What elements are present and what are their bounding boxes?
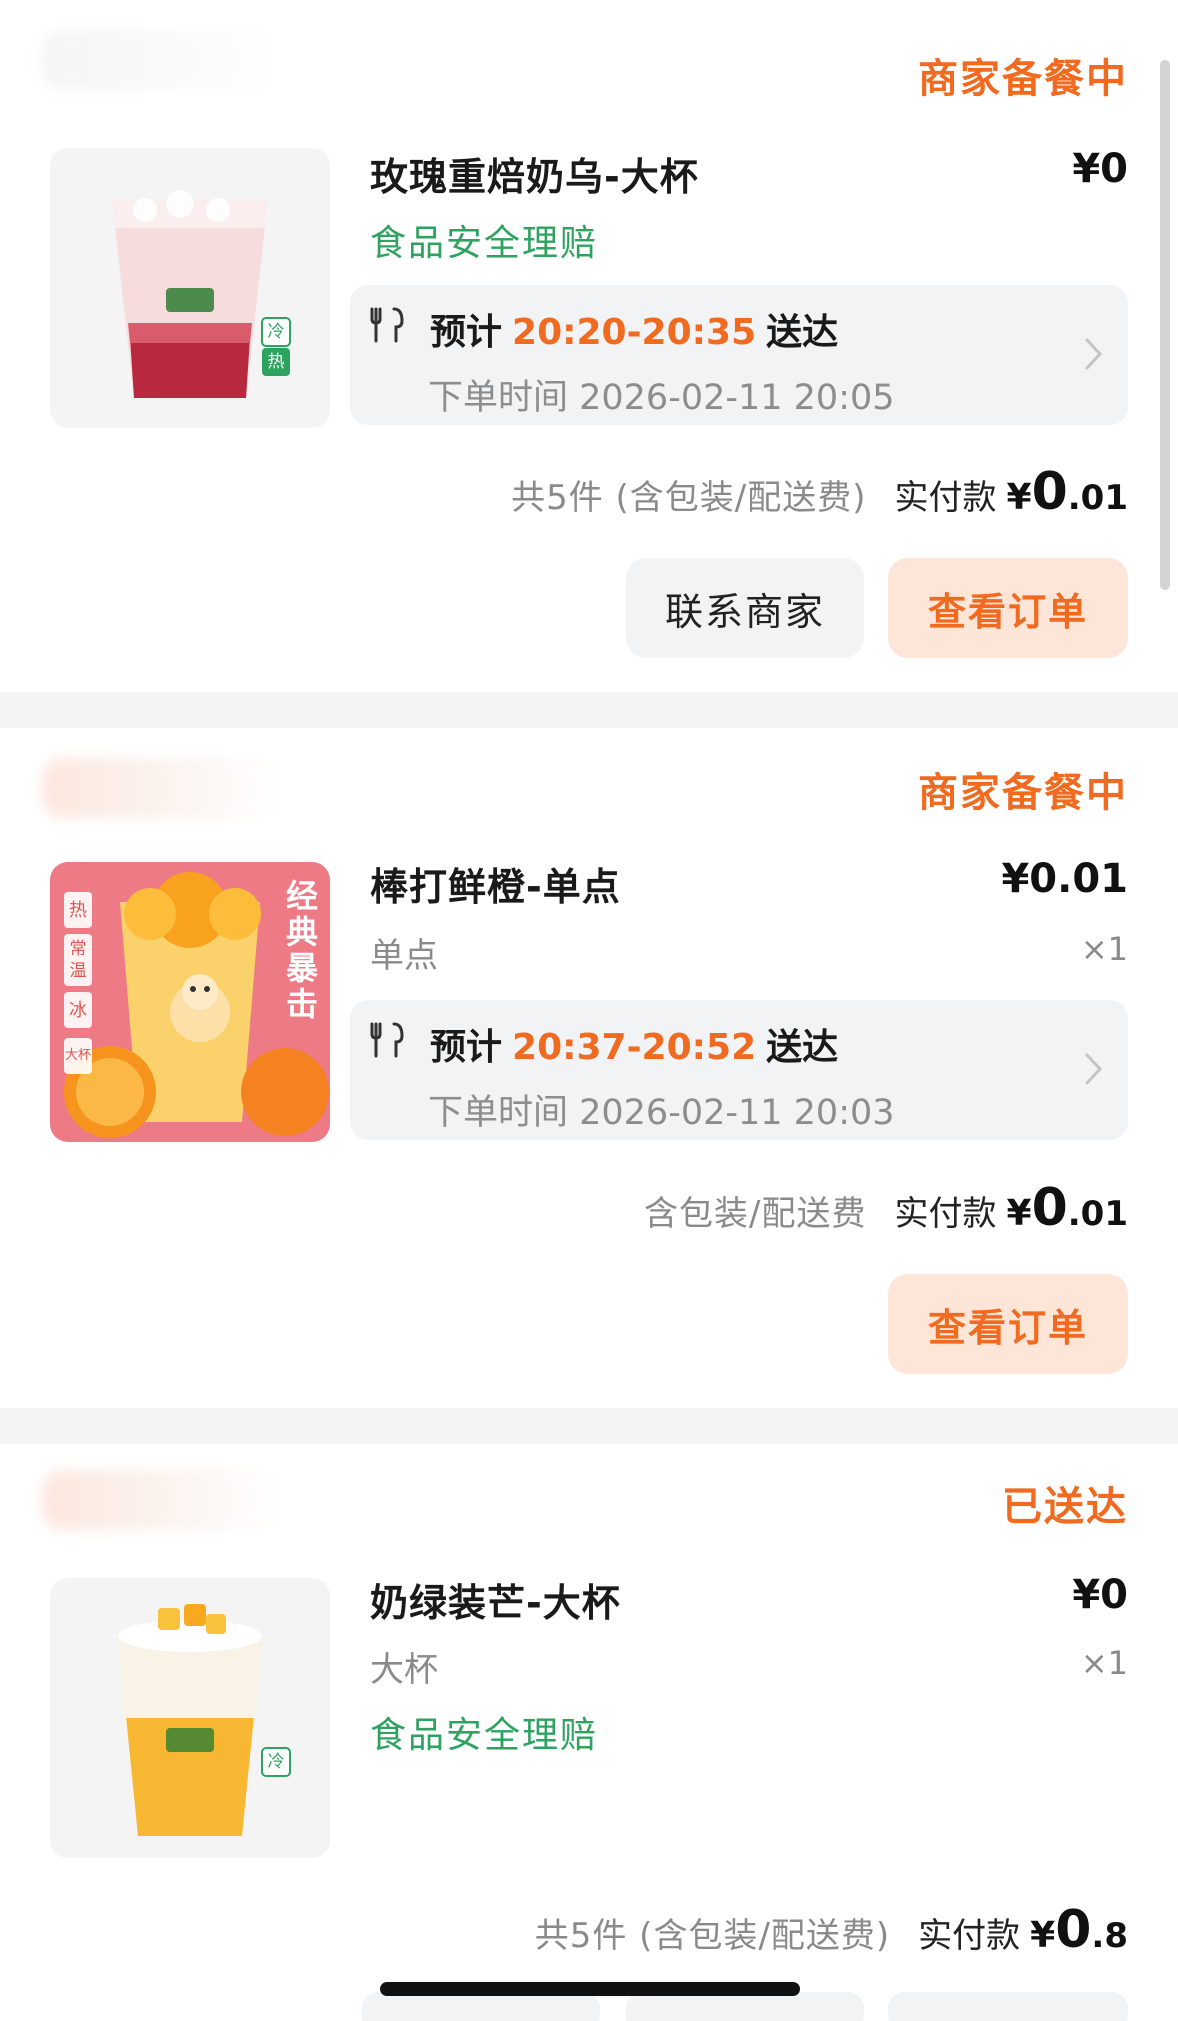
order-card[interactable]: 商家备餐中 经典暴击 热 常温 冰 大杯 棒打鲜橙-单点 ¥0.01 单点 ×1…: [0, 728, 1178, 1408]
paid-amount-dec: .01: [1067, 478, 1128, 518]
eta-time: 20:20-20:35: [512, 312, 757, 353]
eta-line: 预计 20:37-20:52 送达: [430, 1018, 838, 1070]
temp-ice: 冰: [69, 1000, 87, 1021]
chevron-right-icon: [1085, 338, 1103, 370]
scrollbar[interactable]: [1160, 60, 1170, 590]
cold-badge: 冷: [267, 1752, 285, 1772]
fee-note: 含包装/配送费: [644, 1194, 867, 1234]
partial-action-button[interactable]: [888, 1992, 1128, 2021]
order-status: 已送达: [1002, 1484, 1128, 1530]
order-list-page: 商家备餐中 冷 热 玫瑰重焙奶乌-大杯 ¥0 食品安全理赔 预计 20:20-2…: [0, 0, 1178, 2021]
utensils-icon: [370, 307, 404, 343]
partial-action-button[interactable]: [362, 1992, 600, 2021]
paid-currency: ¥: [1030, 1915, 1056, 1956]
paid-amount-int: 0: [1031, 1178, 1068, 1238]
food-safety-link[interactable]: 食品安全理赔: [370, 214, 598, 266]
item-title: 棒打鲜橙-单点: [370, 865, 621, 909]
item-price: ¥0.01: [1001, 856, 1128, 902]
paid-amount-int: 0: [1055, 1900, 1092, 1960]
shop-name-redacted: [42, 758, 282, 818]
shop-name-redacted: [42, 30, 282, 90]
mango-milk-green-drink-image: [50, 1578, 330, 1858]
delivery-eta-panel[interactable]: 预计 20:20-20:35 送达 下单时间 2026-02-11 20:05: [350, 285, 1128, 425]
view-order-button[interactable]: 查看订单: [888, 1274, 1128, 1374]
paid-label: 实付款: [918, 1916, 1021, 1956]
order-card[interactable]: 商家备餐中 冷 热 玫瑰重焙奶乌-大杯 ¥0 食品安全理赔 预计 20:20-2…: [0, 0, 1178, 692]
chevron-right-icon: [1085, 1053, 1103, 1085]
payment-summary: 含包装/配送费 实付款 ¥0.01: [644, 1178, 1128, 1238]
item-price: ¥0: [1072, 146, 1128, 192]
eta-suffix: 送达: [766, 1027, 839, 1068]
thumb-headline: 经典暴击: [285, 877, 318, 1023]
eta-prefix: 预计: [430, 312, 503, 353]
rose-milk-tea-drink-image: [50, 148, 330, 428]
item-title: 奶绿装芒-大杯: [370, 1581, 621, 1625]
product-image[interactable]: 冷 热: [50, 148, 330, 428]
order-status: 商家备餐中: [918, 770, 1128, 816]
order-time: 下单时间 2026-02-11 20:03: [428, 1093, 895, 1133]
paid-label: 实付款: [894, 478, 997, 518]
payment-summary: 共5件 (含包装/配送费) 实付款 ¥0.8: [535, 1900, 1128, 1960]
eta-time: 20:37-20:52: [512, 1027, 757, 1068]
utensils-icon: [370, 1022, 404, 1058]
shop-name-redacted: [42, 1470, 282, 1530]
eta-line: 预计 20:20-20:35 送达: [430, 303, 838, 355]
item-spec: 单点: [370, 936, 438, 976]
order-card[interactable]: 已送达 冷 奶绿装芒-大杯 ¥0 大杯 ×1 食品安全理赔 共5件 (含包装/配…: [0, 1444, 1178, 2021]
item-price: ¥0: [1072, 1572, 1128, 1618]
paid-currency: ¥: [1006, 1193, 1032, 1234]
eta-suffix: 送达: [766, 312, 839, 353]
order-status: 商家备餐中: [918, 56, 1128, 102]
eta-prefix: 预计: [430, 1027, 503, 1068]
paid-currency: ¥: [1006, 477, 1032, 518]
item-spec: 大杯: [370, 1650, 438, 1690]
item-quantity: ×1: [1080, 1644, 1128, 1682]
payment-summary: 共5件 (含包装/配送费) 实付款 ¥0.01: [511, 462, 1128, 522]
partial-action-button[interactable]: [626, 1992, 864, 2021]
delivery-eta-panel[interactable]: 预计 20:37-20:52 送达 下单时间 2026-02-11 20:03: [350, 1000, 1128, 1140]
paid-amount-dec: .8: [1091, 1916, 1128, 1956]
food-safety-link[interactable]: 食品安全理赔: [370, 1706, 598, 1758]
item-title: 玫瑰重焙奶乌-大杯: [370, 155, 699, 199]
product-image[interactable]: 经典暴击 热 常温 冰 大杯: [50, 862, 330, 1142]
size-badge: 大杯: [64, 1048, 91, 1063]
temp-room: 常温: [69, 939, 87, 981]
paid-amount-int: 0: [1031, 462, 1068, 522]
item-quantity: ×1: [1080, 930, 1128, 968]
hot-badge: 热: [267, 352, 285, 372]
home-indicator[interactable]: [380, 1982, 800, 1996]
contact-merchant-button[interactable]: 联系商家: [626, 558, 864, 658]
temp-hot: 热: [69, 900, 87, 921]
item-count-note: 共5件 (含包装/配送费): [511, 478, 867, 518]
order-time: 下单时间 2026-02-11 20:05: [428, 378, 895, 418]
item-count-note: 共5件 (含包装/配送费): [534, 1916, 891, 1956]
paid-amount-dec: .01: [1067, 1194, 1128, 1234]
view-order-button[interactable]: 查看订单: [888, 558, 1128, 658]
cold-badge: 冷: [267, 322, 285, 342]
paid-label: 实付款: [894, 1194, 997, 1234]
product-image[interactable]: 冷: [50, 1578, 330, 1858]
